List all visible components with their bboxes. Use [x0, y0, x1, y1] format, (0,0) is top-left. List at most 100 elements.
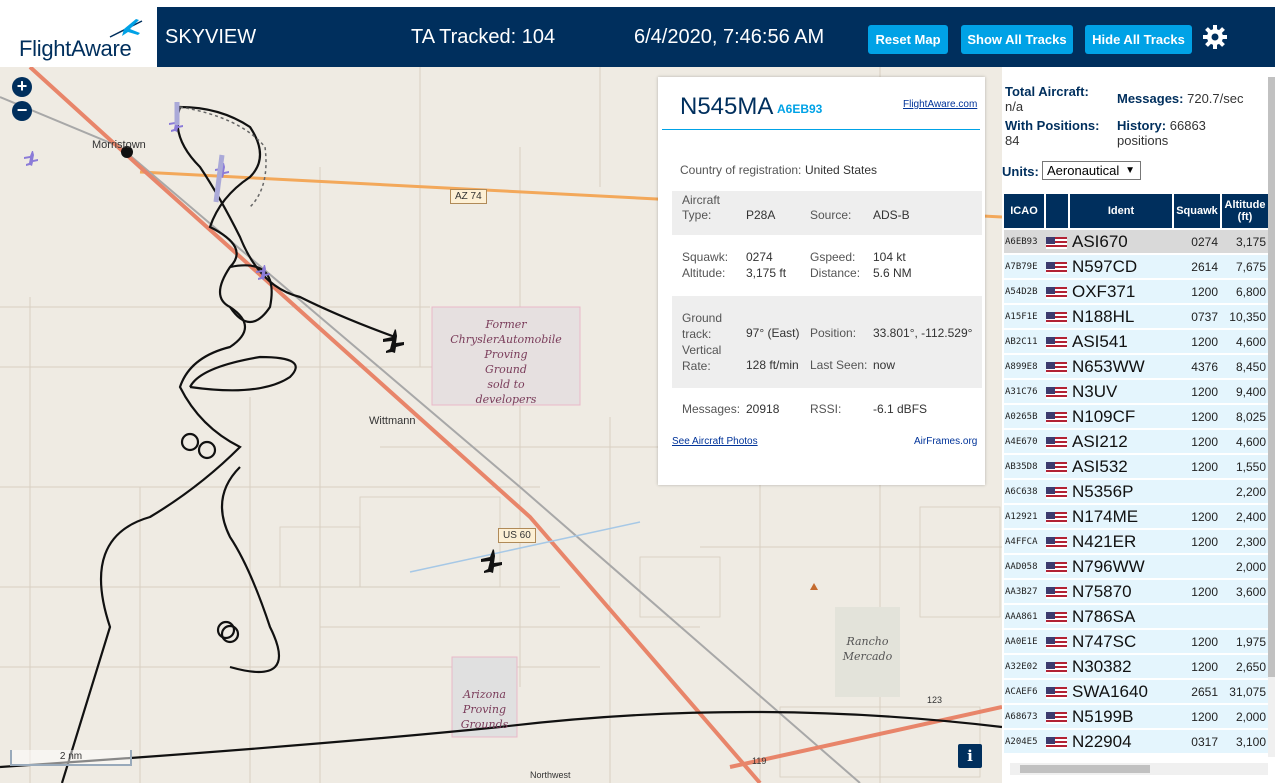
selected-callsign: N545MA: [680, 93, 774, 120]
rancho-line-2: Mercado: [842, 650, 893, 663]
aircraft-sidebar: Total Aircraft: n/a Messages: 720.7/sec …: [1002, 67, 1275, 783]
col-ident[interactable]: Ident: [1070, 194, 1174, 228]
aircraft-table-body: A6EB93 ASI670 0274 3,175 A7B79E N597CD 2614 7,6…: [1004, 230, 1270, 753]
table-row[interactable]: A12921 N174ME 1200 2,400: [1004, 505, 1270, 528]
table-row[interactable]: A6C638 N5356P 2,200: [1004, 480, 1270, 503]
horizontal-scrollbar[interactable]: [1010, 763, 1268, 775]
chrysler-line-2: ChryslerAutomobile: [450, 333, 562, 346]
col-flag[interactable]: [1046, 194, 1070, 228]
type-label: Aircraft Type:: [682, 193, 721, 222]
row-flag: [1046, 380, 1070, 403]
table-row[interactable]: A4E670 ASI212 1200 4,600: [1004, 430, 1270, 453]
row-flag: [1046, 455, 1070, 478]
gear-icon[interactable]: [1202, 24, 1228, 50]
map-scale-bar: 2 nm: [10, 750, 132, 766]
row-squawk: [1174, 605, 1222, 628]
hide-all-tracks-button[interactable]: Hide All Tracks: [1085, 25, 1192, 54]
zoom-in-button[interactable]: +: [12, 77, 32, 97]
row-altitude: 3,600: [1222, 580, 1270, 603]
aircraft-table-container[interactable]: ICAO Ident Squawk Altitude (ft) A6EB93 AS…: [1004, 192, 1270, 756]
row-ident: N421ER: [1070, 530, 1174, 553]
place-morristown: Morristown: [92, 139, 146, 151]
us-flag-icon: [1046, 561, 1067, 574]
row-icao: A0265B: [1004, 405, 1046, 428]
row-flag: [1046, 505, 1070, 528]
row-icao: AB35D8: [1004, 455, 1046, 478]
table-row[interactable]: AA0E1E N747SC 1200 1,975: [1004, 630, 1270, 653]
table-row[interactable]: AB2C11 ASI541 1200 4,600: [1004, 330, 1270, 353]
row-ident: N75870: [1070, 580, 1174, 603]
table-row[interactable]: A899E8 N653WW 4376 8,450: [1004, 355, 1270, 378]
row-altitude: 4,600: [1222, 330, 1270, 353]
with-positions-value: 84: [1005, 133, 1020, 148]
squawk-value: 0274: [746, 250, 773, 264]
table-row[interactable]: A15F1E N188HL 0737 10,350: [1004, 305, 1270, 328]
table-row[interactable]: A31C76 N3UV 1200 9,400: [1004, 380, 1270, 403]
messages-label: Messages:: [682, 402, 741, 416]
selected-aircraft-panel: N545MA A6EB93 FlightAware.com Country of…: [658, 77, 985, 485]
row-ident: N597CD: [1070, 255, 1174, 278]
info-icon[interactable]: i: [958, 744, 982, 768]
flightaware-logo[interactable]: FlightAware: [0, 7, 160, 67]
vertical-scrollbar[interactable]: [1268, 77, 1275, 757]
us-flag-icon: [1046, 686, 1067, 699]
reset-map-button[interactable]: Reset Map: [868, 25, 948, 54]
table-row[interactable]: AA3B27 N75870 1200 3,600: [1004, 580, 1270, 603]
row-altitude: 4,600: [1222, 430, 1270, 453]
road-shield-119: 119: [752, 756, 767, 766]
vertical-scroll-thumb[interactable]: [1268, 77, 1275, 677]
col-squawk[interactable]: Squawk: [1174, 194, 1222, 228]
row-icao: AAD058: [1004, 555, 1046, 578]
horizontal-scroll-thumb[interactable]: [1020, 765, 1150, 773]
units-select[interactable]: Aeronautical ▼: [1042, 161, 1141, 180]
table-row[interactable]: A0265B N109CF 1200 8,025: [1004, 405, 1270, 428]
row-ident: N188HL: [1070, 305, 1174, 328]
us-flag-icon: [1046, 386, 1067, 399]
country-label: Country of registration:: [680, 163, 802, 177]
total-aircraft-value: n/a: [1005, 99, 1024, 114]
row-squawk: 0737: [1174, 305, 1222, 328]
row-flag: [1046, 730, 1070, 753]
app-title: SKYVIEW: [165, 26, 257, 48]
flightaware-link[interactable]: FlightAware.com: [903, 99, 977, 110]
row-ident: ASI670: [1070, 230, 1174, 253]
row-altitude: 7,675: [1222, 255, 1270, 278]
row-flag: [1046, 255, 1070, 278]
show-all-tracks-button[interactable]: Show All Tracks: [961, 25, 1073, 54]
table-row[interactable]: AAD058 N796WW 2,000: [1004, 555, 1270, 578]
row-squawk: 1200: [1174, 380, 1222, 403]
row-ident: N109CF: [1070, 405, 1174, 428]
us-flag-icon: [1046, 336, 1067, 349]
row-flag: [1046, 580, 1070, 603]
row-altitude: 8,450: [1222, 355, 1270, 378]
table-row[interactable]: ACAEF6 SWA1640 2651 31,075: [1004, 680, 1270, 703]
table-row[interactable]: A4FFCA N421ER 1200 2,300: [1004, 530, 1270, 553]
row-altitude: 2,000: [1222, 555, 1270, 578]
messages-rate-label: Messages:: [1117, 91, 1184, 106]
col-altitude[interactable]: Altitude (ft): [1222, 194, 1270, 228]
table-row[interactable]: A7B79E N597CD 2614 7,675: [1004, 255, 1270, 278]
table-row[interactable]: A6EB93 ASI670 0274 3,175: [1004, 230, 1270, 253]
row-ident: N3UV: [1070, 380, 1174, 403]
row-squawk: 1200: [1174, 705, 1222, 728]
us-flag-icon: [1046, 586, 1067, 599]
row-squawk: 2651: [1174, 680, 1222, 703]
table-row[interactable]: A54D2B OXF371 1200 6,800: [1004, 280, 1270, 303]
row-icao: A12921: [1004, 505, 1046, 528]
arizona-line-2: Proving: [462, 703, 507, 716]
us-flag-icon: [1046, 611, 1067, 624]
squawk-row: Squawk: 0274 Gspeed: 104 kt Altitude: 3,…: [672, 247, 982, 287]
see-aircraft-photos-link[interactable]: See Aircraft Photos: [672, 436, 758, 447]
zoom-out-button[interactable]: −: [12, 101, 32, 121]
us-flag-icon: [1046, 311, 1067, 324]
table-row[interactable]: AAA861 N786SA: [1004, 605, 1270, 628]
table-row[interactable]: A68673 N5199B 1200 2,000: [1004, 705, 1270, 728]
col-icao[interactable]: ICAO: [1004, 194, 1046, 228]
vrate-label: Vertical Rate:: [682, 343, 722, 373]
messages-rate-value: 720.7/sec: [1187, 91, 1244, 106]
airframes-link[interactable]: AirFrames.org: [914, 436, 977, 447]
table-row[interactable]: A32E02 N30382 1200 2,650: [1004, 655, 1270, 678]
total-aircraft-label: Total Aircraft:: [1005, 84, 1089, 99]
table-row[interactable]: A204E5 N22904 0317 3,100: [1004, 730, 1270, 753]
table-row[interactable]: AB35D8 ASI532 1200 1,550: [1004, 455, 1270, 478]
